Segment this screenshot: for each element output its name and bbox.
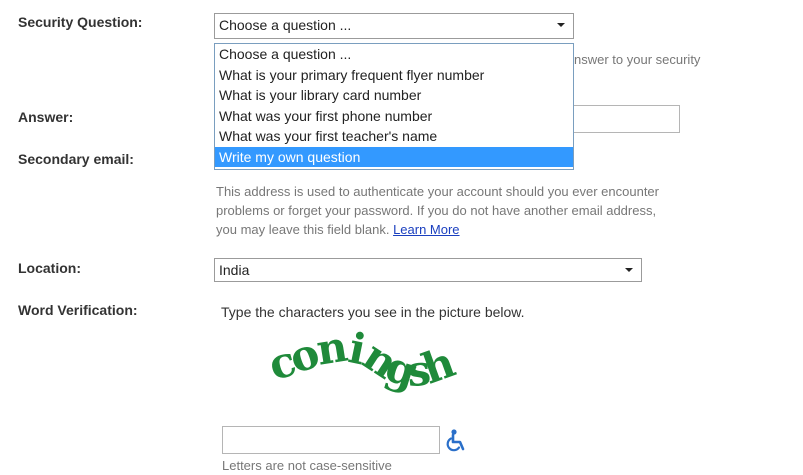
wheelchair-icon[interactable] (445, 428, 467, 452)
location-label: Location: (18, 260, 81, 276)
security-question-dropdown: Choose a question ... What is your prima… (214, 43, 574, 170)
word-verification-instruction: Type the characters you see in the pictu… (221, 304, 525, 320)
security-question-selected: Choose a question ... (219, 17, 352, 33)
secondary-email-label: Secondary email: (18, 151, 134, 167)
secondary-email-help-line: problems or forget your password. If you… (216, 203, 657, 218)
security-question-select[interactable]: Choose a question ... (214, 13, 574, 39)
secondary-email-help: This address is used to authenticate you… (216, 182, 801, 239)
location-selected: India (219, 262, 250, 278)
captcha-input[interactable] (222, 426, 440, 454)
answer-label: Answer: (18, 109, 74, 125)
word-verification-label: Word Verification: (18, 302, 138, 318)
captcha-image: coningsh (263, 322, 464, 398)
case-sensitive-note: Letters are not case-sensitive (222, 458, 392, 473)
secondary-email-help-line: you may leave this field blank. Learn Mo… (216, 222, 460, 237)
chevron-down-icon (557, 23, 565, 27)
secondary-email-help-line: This address is used to authenticate you… (216, 184, 659, 199)
dropdown-option[interactable]: Choose a question ... (215, 44, 573, 65)
learn-more-link[interactable]: Learn More (393, 222, 459, 237)
security-question-help: nswer to your security (574, 52, 701, 67)
chevron-down-icon (625, 268, 633, 272)
security-question-label: Security Question: (18, 14, 143, 30)
dropdown-option[interactable]: What is your library card number (215, 85, 573, 106)
dropdown-option-highlighted[interactable]: Write my own question (215, 146, 573, 167)
captcha-text: coningsh (270, 330, 460, 397)
dropdown-option[interactable]: What is your primary frequent flyer numb… (215, 65, 573, 86)
dropdown-option[interactable]: What was your first teacher's name (215, 126, 573, 147)
location-select[interactable]: India (214, 258, 642, 282)
dropdown-option[interactable]: What was your first phone number (215, 106, 573, 127)
